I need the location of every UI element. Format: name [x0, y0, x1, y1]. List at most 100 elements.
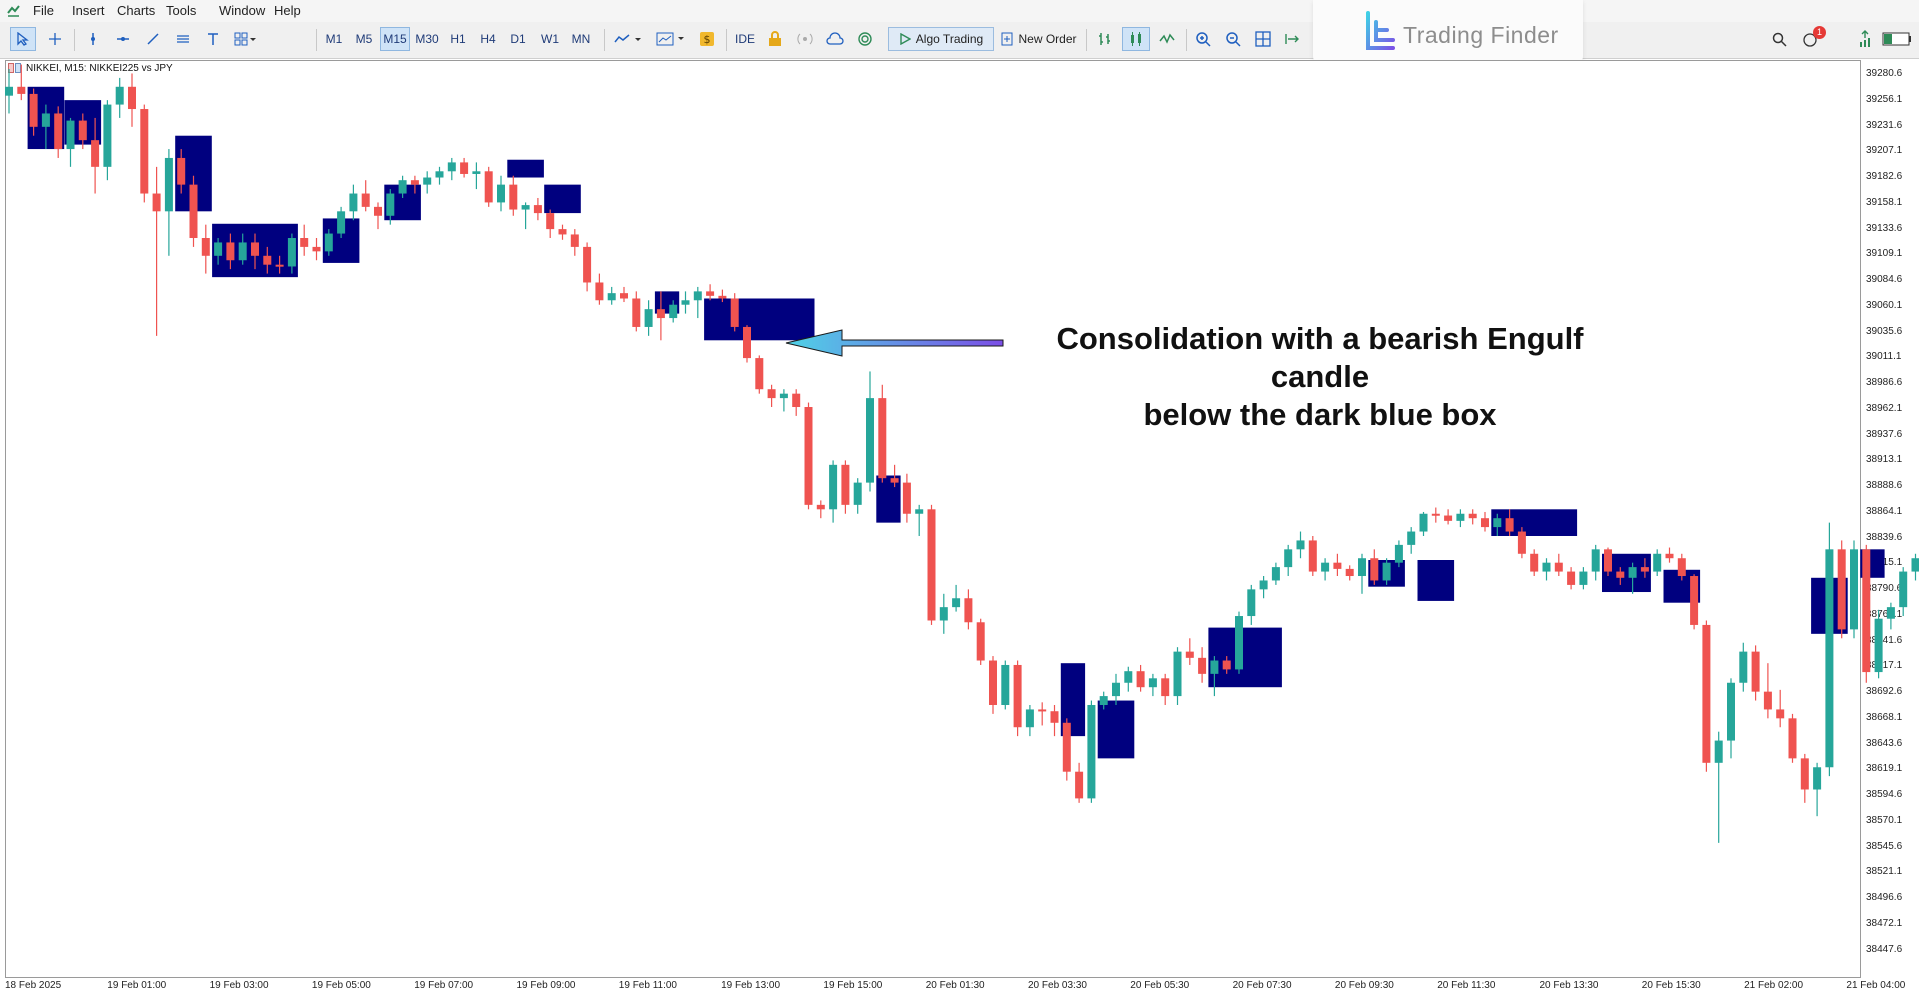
- candle-body: [140, 109, 149, 194]
- candle-body: [447, 162, 456, 172]
- candle-body: [632, 298, 641, 327]
- candle-body: [1690, 576, 1699, 625]
- annotation-arrow: [785, 329, 1004, 357]
- candle-body: [287, 238, 296, 267]
- candle-body: [1210, 660, 1219, 674]
- candle-body: [398, 180, 407, 194]
- consolidation-box: [704, 298, 815, 341]
- candle-body: [1259, 580, 1268, 590]
- candle-body: [1640, 567, 1649, 572]
- candle-body: [103, 104, 112, 167]
- candle-body: [1321, 562, 1330, 572]
- candle-body: [374, 206, 382, 216]
- candle-body: [1788, 718, 1797, 759]
- candle-body: [1235, 616, 1243, 670]
- candle-body: [1161, 678, 1170, 697]
- annotation-line-1: Consolidation with a bearish Engulf cand…: [1056, 321, 1584, 394]
- consolidation-box: [544, 184, 581, 214]
- candle-body: [1850, 549, 1858, 630]
- candle-body: [361, 193, 370, 207]
- candle-body: [337, 211, 346, 234]
- candle-body: [583, 246, 592, 283]
- candle-body: [804, 407, 813, 505]
- candle-body: [1862, 549, 1871, 673]
- candle-body: [1075, 771, 1084, 799]
- candle-body: [1284, 549, 1293, 568]
- candle-body: [1665, 553, 1674, 559]
- candle-body: [1837, 549, 1846, 630]
- candle-body: [410, 180, 419, 185]
- consolidation-box: [1208, 627, 1282, 688]
- candle-body: [656, 309, 665, 319]
- candle-body: [1222, 660, 1231, 670]
- candle-body: [976, 622, 985, 661]
- candle-body: [460, 162, 469, 174]
- candle-body: [275, 264, 284, 267]
- candle-body: [312, 246, 321, 252]
- candle-body: [1333, 562, 1342, 569]
- candle-body: [964, 598, 973, 623]
- candle-body: [1001, 664, 1010, 705]
- chart-annotation: Consolidation with a bearish Engulf cand…: [1010, 320, 1630, 434]
- candle-body: [620, 293, 628, 299]
- candle-body: [816, 504, 825, 510]
- candle-body: [201, 238, 210, 256]
- candle-body: [1542, 562, 1551, 572]
- candle-body: [1419, 513, 1428, 532]
- candle-body: [1874, 618, 1883, 673]
- candle-body: [558, 229, 567, 235]
- candle-body: [423, 177, 432, 185]
- candle-body: [1112, 682, 1120, 697]
- candle-body: [1616, 571, 1625, 578]
- candle-body: [1382, 562, 1391, 581]
- consolidation-box: [507, 159, 544, 178]
- candle-body: [853, 482, 862, 505]
- candle-body: [66, 120, 75, 150]
- candle-body: [989, 660, 997, 705]
- candle-body: [890, 478, 899, 483]
- candle-body: [1763, 691, 1772, 710]
- candle-body: [1050, 711, 1059, 723]
- candle-body: [386, 193, 395, 216]
- candle-body: [1727, 682, 1735, 741]
- candle-body: [1517, 531, 1526, 554]
- candle-body: [1370, 558, 1379, 581]
- candle-body: [263, 255, 272, 265]
- candle-body: [1407, 531, 1416, 545]
- candle-body: [1271, 567, 1280, 581]
- candle-body: [952, 598, 961, 608]
- candle-body: [841, 464, 850, 505]
- candle-body: [1714, 740, 1723, 763]
- candle-body: [238, 242, 247, 261]
- candle-body: [1345, 568, 1354, 577]
- candle-body: [164, 157, 173, 212]
- candle-body: [1911, 558, 1919, 572]
- candle-body: [128, 86, 136, 110]
- candle-body: [1481, 518, 1489, 528]
- candle-body: [1087, 704, 1096, 799]
- candle-body: [78, 120, 87, 141]
- candle-body: [1062, 722, 1071, 772]
- candle-body: [189, 184, 198, 239]
- candle-body: [1148, 678, 1157, 688]
- candle-body: [1813, 767, 1822, 790]
- candle-body: [570, 234, 579, 247]
- candle-body: [718, 295, 727, 299]
- candle-body: [1124, 671, 1133, 683]
- candle-body: [497, 184, 505, 203]
- candle-body: [607, 293, 616, 301]
- candle-body: [743, 326, 751, 359]
- candle-body: [17, 86, 26, 94]
- candle-body: [706, 291, 715, 296]
- candle-body: [1394, 544, 1403, 563]
- candle-body: [546, 213, 555, 230]
- candle-body: [866, 398, 874, 483]
- candle-body: [1013, 664, 1022, 728]
- candle-body: [5, 86, 13, 96]
- candle-body: [1751, 651, 1760, 692]
- candle-body: [1591, 549, 1600, 572]
- candle-body: [1296, 540, 1305, 550]
- candle-body: [755, 358, 764, 390]
- candle-body: [1628, 567, 1637, 578]
- consolidation-box: [1491, 509, 1578, 536]
